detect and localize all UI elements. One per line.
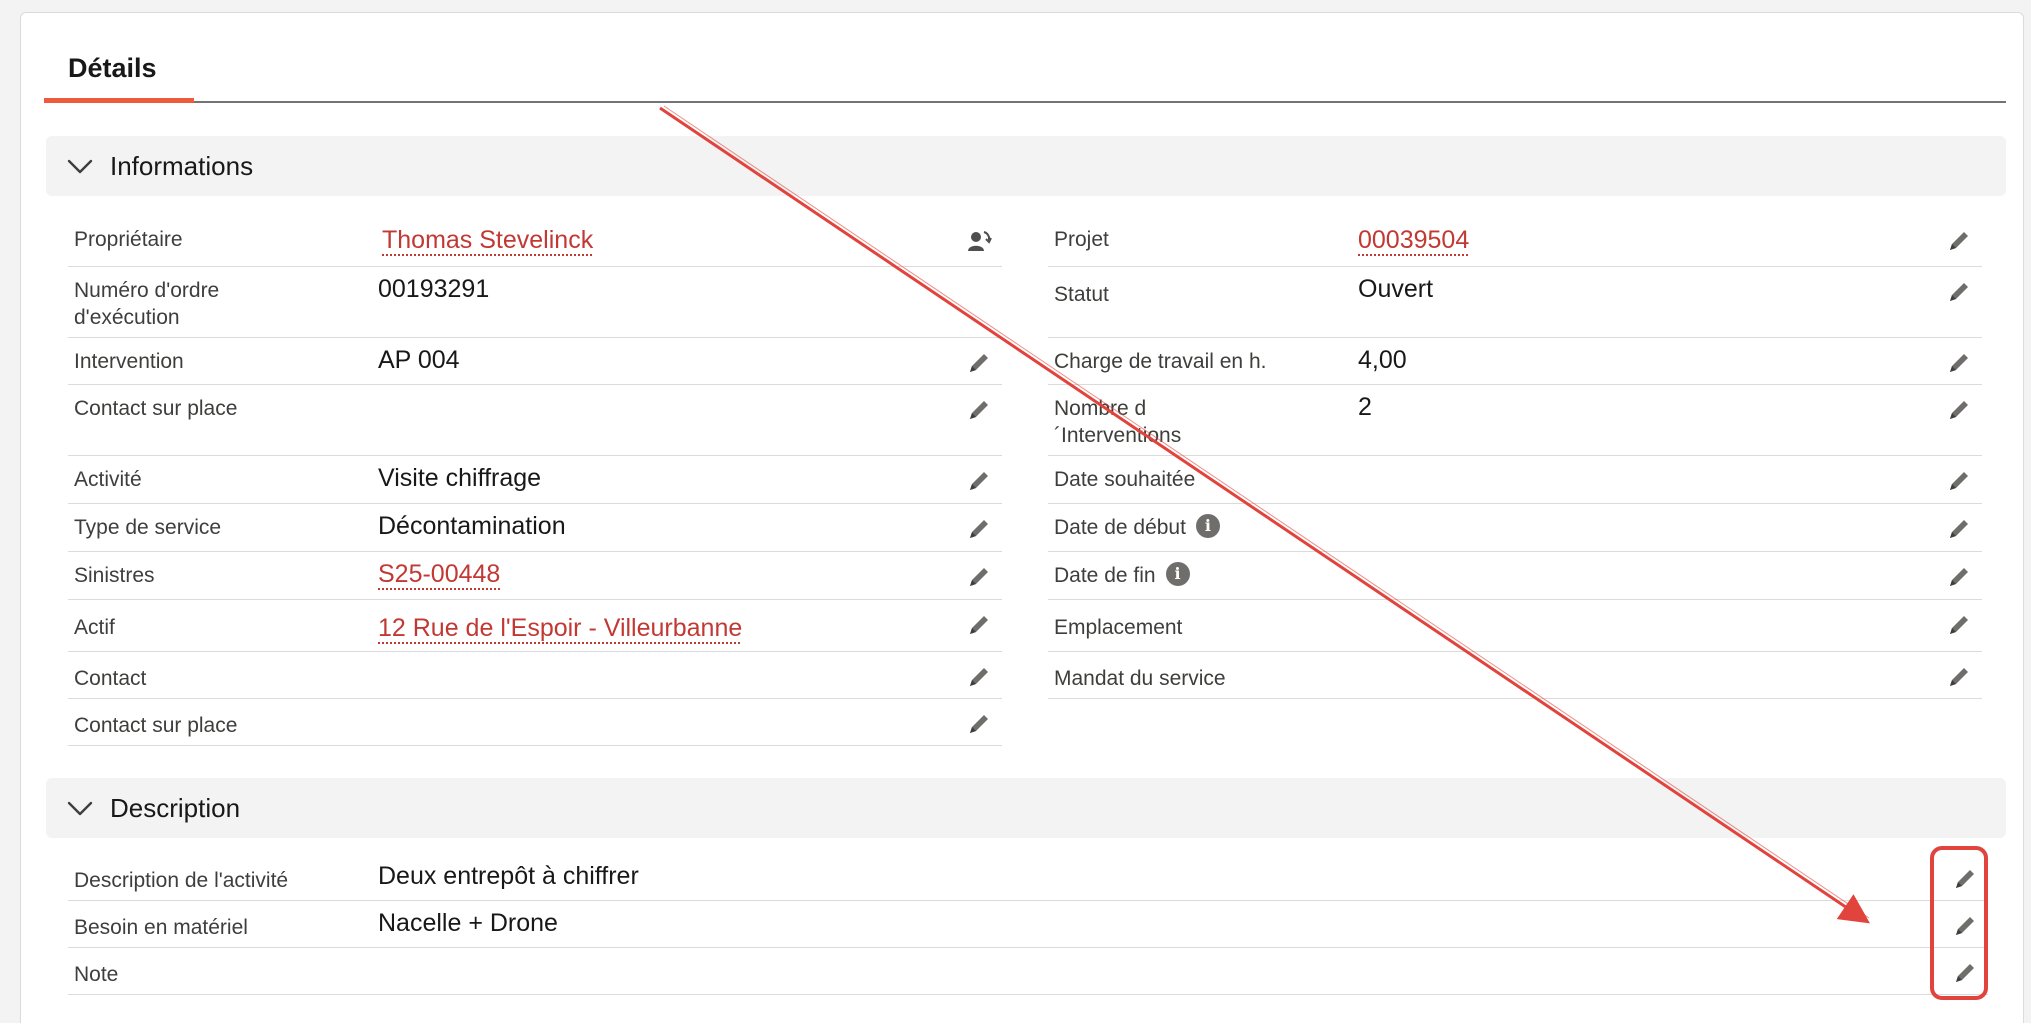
field-label: Description de l'activité [74,869,289,892]
info-icon[interactable]: i [1165,562,1190,587]
field-value: Ouvert [1358,275,1434,303]
field-label: Charge de travail en h. [1054,350,1267,373]
field-value: 4,00 [1358,346,1407,374]
field-label: Type de service [74,516,222,539]
pencil-icon[interactable] [966,468,992,494]
field-contact: Contact [68,652,1002,699]
field-date-de-fin: Date de fin i [1048,552,1982,600]
field-proprietaire: Propriétaire Thomas Stevelinck [68,216,1002,267]
field-label: Nombre d ´Interventions [1054,397,1182,447]
field-label: Date de fin [1054,564,1156,587]
change-owner-icon[interactable] [966,228,992,254]
field-value: AP 004 [378,346,460,374]
field-label: Statut [1054,283,1109,306]
field-label: Contact sur place [74,397,238,420]
field-value: Visite chiffrage [378,464,542,492]
pencil-icon[interactable] [1946,397,1972,423]
field-numero-ordre: Numéro d'ordre d'exécution 00193291 [68,267,1002,338]
field-actif: Actif 12 Rue de l'Espoir - Villeurbanne [68,600,1002,652]
field-emplacement: Emplacement [1048,600,1982,652]
pencil-icon[interactable] [966,350,992,376]
section-description-header[interactable]: Description [46,778,2006,838]
field-label: Emplacement [1054,616,1183,639]
field-label: Actif [74,616,115,639]
pencil-icon[interactable] [966,711,992,737]
field-label-wrap: Date de début i [1054,514,1220,541]
field-date-de-debut: Date de début i [1048,504,1982,552]
section-title: Description [110,792,241,823]
field-label: Besoin en matériel [74,916,248,939]
field-date-souhaitee: Date souhaitée [1048,456,1982,504]
field-sinistres: Sinistres S25-00448 [68,552,1002,600]
section-title: Informations [110,150,254,181]
field-statut: Statut Ouvert [1048,267,1982,338]
pencil-icon[interactable] [1946,612,1972,638]
pencil-icon[interactable] [1946,228,1972,254]
field-label: Sinistres [74,564,155,587]
owner-link[interactable]: Thomas Stevelinck [382,224,593,256]
field-value: Décontamination [378,512,566,540]
pencil-icon[interactable] [1946,279,1972,305]
field-value: Nacelle + Drone [378,909,558,937]
field-label: Mandat du service [1054,667,1226,690]
field-label-wrap: Date de fin i [1054,562,1190,589]
pencil-icon[interactable] [966,612,992,638]
field-contact-sur-place-2: Contact sur place [68,699,1002,746]
field-label: Date de début [1054,516,1186,539]
field-label: Projet [1054,228,1109,251]
chevron-down-icon [64,150,96,182]
field-label: Date souhaitée [1054,468,1196,491]
field-projet: Projet 00039504 [1048,216,1982,267]
section-informations-header[interactable]: Informations [46,136,2006,196]
pencil-icon[interactable] [966,516,992,542]
chevron-down-icon [64,792,96,824]
field-label: Contact sur place [74,714,238,737]
field-label: Intervention [74,350,184,373]
field-intervention: Intervention AP 004 [68,338,1002,385]
field-charge-de-travail: Charge de travail en h. 4,00 [1048,338,1982,385]
field-label: Numéro d'ordre d'exécution [74,279,220,329]
field-value: 00193291 [378,275,490,303]
actif-link[interactable]: 12 Rue de l'Espoir - Villeurbanne [378,612,742,644]
field-contact-sur-place: Contact sur place [68,385,1002,456]
projet-link[interactable]: 00039504 [1358,224,1469,256]
pencil-icon[interactable] [1946,564,1972,590]
field-activite: Activité Visite chiffrage [68,456,1002,504]
pencil-icon[interactable] [1946,516,1972,542]
field-label: Note [74,963,119,986]
tab-details[interactable]: Détails [44,0,194,103]
annotation-highlight-box [1930,846,1988,1000]
pencil-icon[interactable] [966,564,992,590]
field-nombre-interventions: Nombre d ´Interventions 2 [1048,385,1982,456]
field-note: Note [68,948,1988,995]
field-mandat-du-service: Mandat du service [1048,652,1982,699]
field-value: 2 [1358,393,1372,421]
field-besoin-materiel: Besoin en matériel Nacelle + Drone [68,901,1988,948]
info-icon[interactable]: i [1195,514,1220,539]
tab-bar: Détails [44,0,2006,103]
field-label: Propriétaire [74,228,183,251]
field-label: Activité [74,468,142,491]
pencil-icon[interactable] [1946,664,1972,690]
pencil-icon[interactable] [1946,468,1972,494]
pencil-icon[interactable] [966,397,992,423]
field-value: Deux entrepôt à chiffrer [378,862,639,890]
pencil-icon[interactable] [1946,350,1972,376]
field-label: Contact [74,667,147,690]
field-type-de-service: Type de service Décontamination [68,504,1002,552]
pencil-icon[interactable] [966,664,992,690]
field-description-activite: Description de l'activité Deux entrepôt … [68,854,1988,901]
sinistre-link[interactable]: S25-00448 [378,558,500,590]
